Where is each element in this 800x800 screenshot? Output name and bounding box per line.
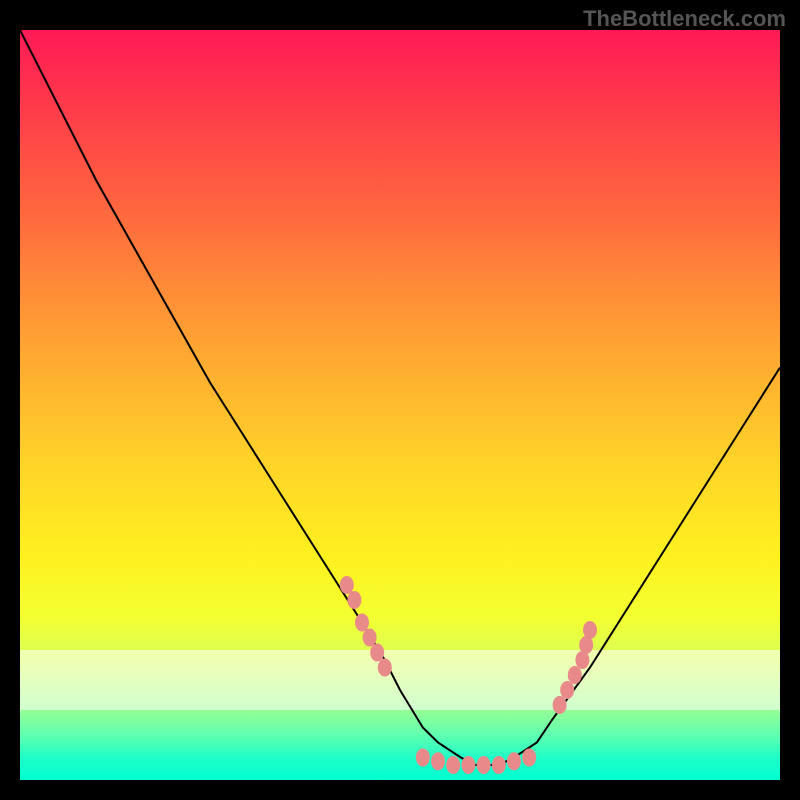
- marker-dot: [370, 644, 384, 662]
- marker-dot: [553, 696, 567, 714]
- chart-area: [20, 30, 780, 780]
- marker-dot: [363, 629, 377, 647]
- marker-dot: [583, 621, 597, 639]
- marker-dot: [568, 666, 582, 684]
- marker-dot: [378, 659, 392, 677]
- marker-dot: [507, 752, 521, 770]
- marker-dot: [560, 681, 574, 699]
- watermark-text: TheBottleneck.com: [583, 6, 786, 32]
- marker-dot: [431, 752, 445, 770]
- marker-dot: [446, 756, 460, 774]
- haze-band: [20, 650, 780, 710]
- marker-dot: [522, 749, 536, 767]
- marker-dot: [477, 756, 491, 774]
- chart-svg: [20, 30, 780, 780]
- marker-dot: [416, 749, 430, 767]
- marker-dot: [347, 591, 361, 609]
- marker-dot: [492, 756, 506, 774]
- marker-dot: [355, 614, 369, 632]
- marker-dot: [340, 576, 354, 594]
- marker-dot: [461, 756, 475, 774]
